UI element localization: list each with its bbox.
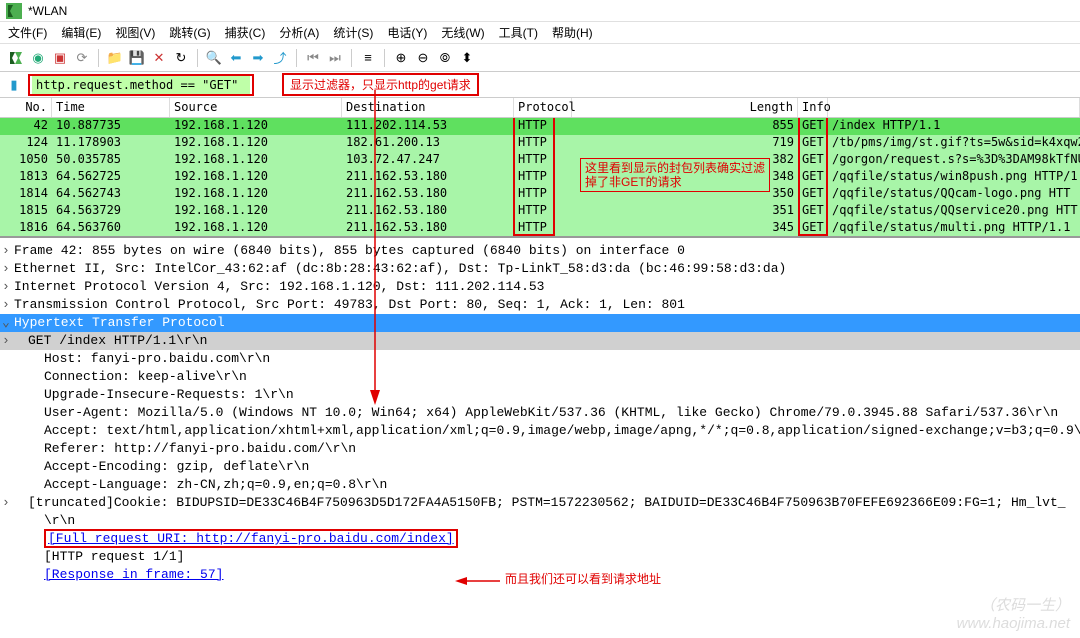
detail-line[interactable]: Ethernet II, Src: IntelCor_43:62:af (dc:… <box>0 260 1080 278</box>
detail-line[interactable]: Host: fanyi-pro.baidu.com\r\n <box>0 350 1080 368</box>
packet-column-header: No. Time Source Destination Protocol Len… <box>0 98 1080 118</box>
packet-row[interactable]: 12411.178903192.168.1.120182.61.200.13HT… <box>0 135 1080 152</box>
packet-detail-pane[interactable]: Frame 42: 855 bytes on wire (6840 bits),… <box>0 236 1080 588</box>
jump-icon[interactable]: ⤴ <box>270 48 290 68</box>
packet-row[interactable]: 181664.563760192.168.1.120211.162.53.180… <box>0 220 1080 236</box>
zoomout-icon[interactable]: ⊖ <box>413 48 433 68</box>
filterbar: ▮ 显示过滤器，只显示http的get请求 <box>0 72 1080 98</box>
packet-row[interactable]: 181364.562725192.168.1.120211.162.53.180… <box>0 169 1080 186</box>
full-request-uri[interactable]: [Full request URI: http://fanyi-pro.baid… <box>44 529 458 548</box>
separator <box>197 49 198 67</box>
detail-line[interactable]: GET /index HTTP/1.1\r\n <box>0 332 1080 350</box>
display-filter-input[interactable] <box>32 76 250 94</box>
separator <box>384 49 385 67</box>
packet-row[interactable]: 181564.563729192.168.1.120211.162.53.180… <box>0 203 1080 220</box>
detail-line[interactable]: Transmission Control Protocol, Src Port:… <box>0 296 1080 314</box>
detail-line[interactable]: Accept: text/html,application/xhtml+xml,… <box>0 422 1080 440</box>
menu-item[interactable]: 无线(W) <box>441 24 484 41</box>
col-destination[interactable]: Destination <box>342 98 514 117</box>
autoscroll-icon[interactable]: ≡ <box>358 48 378 68</box>
detail-line[interactable]: Frame 42: 855 bytes on wire (6840 bits),… <box>0 242 1080 260</box>
menu-item[interactable]: 工具(T) <box>499 24 538 41</box>
toolbar: ◉ ▣ ⟳ 📁 💾 ✕ ↻ 🔍 ⬅ ➡ ⤴ ⏮ ⏭ ≡ ⊕ ⊖ ⦾ ⬍ <box>0 44 1080 72</box>
menubar: 文件(F) 编辑(E) 视图(V) 跳转(G) 捕获(C) 分析(A) 统计(S) 电话(Y)… <box>0 22 1080 44</box>
detail-line[interactable]: Hypertext Transfer Protocol <box>0 314 1080 332</box>
stop-capture-icon[interactable]: ⟳ <box>72 48 92 68</box>
packet-row[interactable]: 181464.562743192.168.1.120211.162.53.180… <box>0 186 1080 203</box>
detail-line[interactable]: Accept-Encoding: gzip, deflate\r\n <box>0 458 1080 476</box>
menu-item[interactable]: 分析(A) <box>279 24 319 41</box>
detail-line[interactable]: Referer: http://fanyi-pro.baidu.com/\r\n <box>0 440 1080 458</box>
col-length[interactable]: Length <box>572 98 798 117</box>
col-source[interactable]: Source <box>170 98 342 117</box>
menu-item[interactable]: 帮助(H) <box>552 24 593 41</box>
detail-line[interactable]: Accept-Language: zh-CN,zh;q=0.9,en;q=0.8… <box>0 476 1080 494</box>
capture-options-icon[interactable]: ◉ <box>28 48 48 68</box>
detail-line[interactable]: User-Agent: Mozilla/5.0 (Windows NT 10.0… <box>0 404 1080 422</box>
titlebar: *WLAN <box>0 0 1080 22</box>
packet-list[interactable]: 这里看到显示的封包列表确实过滤掉了非GET的请求 4210.887735192.… <box>0 118 1080 236</box>
close-icon[interactable]: ✕ <box>149 48 169 68</box>
watermark: （农码一生） www.haojima.net <box>957 594 1070 632</box>
filter-box <box>28 74 254 96</box>
detail-line[interactable]: \r\n <box>0 512 1080 530</box>
col-time[interactable]: Time <box>52 98 170 117</box>
separator <box>98 49 99 67</box>
separator <box>351 49 352 67</box>
first-icon[interactable]: ⏮ <box>303 48 323 68</box>
zoom11-icon[interactable]: ⦾ <box>435 48 455 68</box>
detail-line[interactable]: [HTTP request 1/1] <box>0 548 1080 566</box>
menu-item[interactable]: 文件(F) <box>8 24 47 41</box>
app-icon <box>6 3 22 19</box>
reload-icon[interactable]: ↻ <box>171 48 191 68</box>
col-protocol[interactable]: Protocol <box>514 98 572 117</box>
toolbar-icon[interactable] <box>6 48 26 68</box>
separator <box>296 49 297 67</box>
resize-icon[interactable]: ⬍ <box>457 48 477 68</box>
zoomin-icon[interactable]: ⊕ <box>391 48 411 68</box>
last-icon[interactable]: ⏭ <box>325 48 345 68</box>
detail-line[interactable]: Internet Protocol Version 4, Src: 192.16… <box>0 278 1080 296</box>
col-info[interactable]: Info <box>798 98 828 117</box>
save-icon[interactable]: 💾 <box>127 48 147 68</box>
col-no[interactable]: No. <box>0 98 52 117</box>
prev-icon[interactable]: ⬅ <box>226 48 246 68</box>
menu-item[interactable]: 视图(V) <box>115 24 155 41</box>
annotation-list: 这里看到显示的封包列表确实过滤掉了非GET的请求 <box>580 158 770 192</box>
menu-item[interactable]: 编辑(E) <box>61 24 101 41</box>
menu-item[interactable]: 跳转(G) <box>169 24 210 41</box>
detail-line[interactable]: Connection: keep-alive\r\n <box>0 368 1080 386</box>
find-icon[interactable]: 🔍 <box>204 48 224 68</box>
detail-line[interactable]: Upgrade-Insecure-Requests: 1\r\n <box>0 386 1080 404</box>
annotation-uri: 而且我们还可以看到请求地址 <box>505 570 661 587</box>
menu-item[interactable]: 电话(Y) <box>387 24 427 41</box>
window-title: *WLAN <box>28 4 67 18</box>
packet-row[interactable]: 105050.035785192.168.1.120103.72.47.247H… <box>0 152 1080 169</box>
bookmark-icon[interactable]: ▮ <box>4 75 24 95</box>
annotation-filter: 显示过滤器，只显示http的get请求 <box>282 73 479 96</box>
start-capture-icon[interactable]: ▣ <box>50 48 70 68</box>
packet-row[interactable]: 4210.887735192.168.1.120111.202.114.53HT… <box>0 118 1080 135</box>
open-icon[interactable]: 📁 <box>105 48 125 68</box>
next-icon[interactable]: ➡ <box>248 48 268 68</box>
menu-item[interactable]: 统计(S) <box>333 24 373 41</box>
menu-item[interactable]: 捕获(C) <box>225 24 266 41</box>
detail-line[interactable]: [truncated]Cookie: BIDUPSID=DE33C46B4F75… <box>0 494 1080 512</box>
